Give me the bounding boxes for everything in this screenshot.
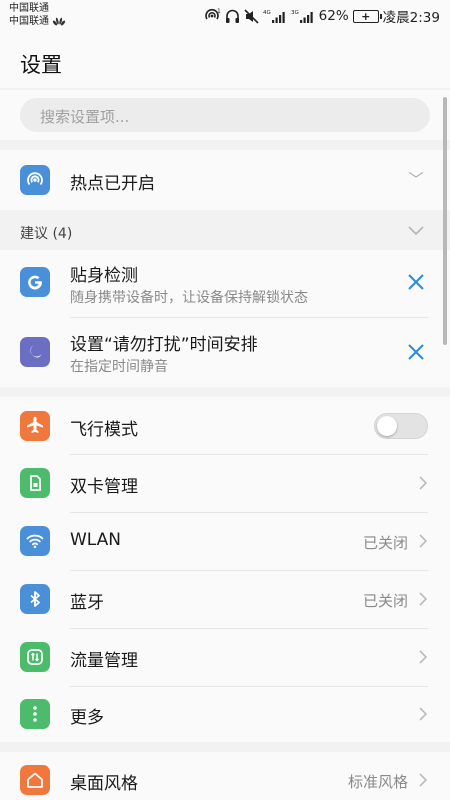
bluetooth-icon (20, 584, 50, 614)
suggestion-subtitle: 在指定时间静音 (70, 359, 168, 375)
close-icon[interactable] (407, 273, 425, 291)
close-icon[interactable] (407, 343, 425, 361)
dual-sim-label: 双卡管理 (70, 477, 138, 497)
carrier-2: 中国联通 (9, 16, 49, 27)
hotspot-row[interactable]: 热点已开启 (0, 150, 450, 210)
status-icons: 1 4G 3G 62% + 凌晨2:39 (203, 6, 440, 26)
svg-text:1: 1 (217, 8, 221, 15)
airplane-icon (20, 411, 50, 441)
chevron-right-icon (419, 476, 428, 490)
suggestion-item[interactable]: 设置“请勿打扰”时间安排 在指定时间静音 (0, 318, 450, 386)
battery-percent: 62% (318, 8, 349, 24)
hotspot-status-icon: 1 (204, 8, 221, 20)
mute-icon (244, 8, 259, 24)
headphones-icon (225, 9, 239, 23)
huawei-logo-icon (52, 17, 66, 26)
home-style-label: 桌面风格 (70, 774, 138, 794)
data-usage-label: 流量管理 (70, 651, 138, 671)
airplane-mode-toggle[interactable] (374, 413, 428, 439)
search-placeholder: 搜索设置项... (40, 108, 130, 126)
status-time: 凌晨2:39 (382, 10, 440, 26)
google-g-icon (20, 267, 50, 297)
suggestions-card: 贴身检测 随身携带设备时，让设备保持解锁状态 设置“请勿打扰”时间安排 在指定时… (0, 250, 450, 387)
list-item-data-usage[interactable]: 流量管理 (0, 629, 450, 686)
carrier-1: 中国联通 (9, 3, 49, 14)
wlan-label: WLAN (70, 530, 122, 550)
chevron-right-icon (419, 650, 428, 664)
wlan-status: 已关闭 (362, 534, 408, 552)
chevron-right-icon (419, 707, 428, 721)
chevron-right-icon (419, 592, 428, 606)
list-item-wlan[interactable]: WLAN 已关闭 (0, 513, 450, 570)
suggestions-title: 建议 (4) (20, 226, 73, 242)
signal-4g-icon: 4G (263, 10, 285, 23)
home-style-value: 标准风格 (347, 773, 408, 791)
suggestion-subtitle: 随身携带设备时，让设备保持解锁状态 (70, 290, 308, 306)
hotspot-card: 热点已开启 (0, 150, 450, 210)
moon-icon (20, 337, 50, 367)
chevron-down-icon[interactable] (407, 171, 425, 183)
data-usage-icon (20, 642, 50, 672)
list-item-dual-sim[interactable]: 双卡管理 (0, 455, 450, 512)
signal-3g-icon: 3G (291, 10, 313, 23)
airplane-mode-label: 飞行模式 (70, 420, 138, 440)
search-input[interactable]: 搜索设置项... (20, 98, 430, 132)
page-title: 设置 (20, 53, 62, 77)
list-item-home-style[interactable]: 桌面风格 标准风格 (0, 752, 450, 800)
chevron-right-icon (419, 534, 428, 548)
suggestion-item[interactable]: 贴身检测 随身携带设备时，让设备保持解锁状态 (0, 250, 450, 317)
suggestions-header[interactable]: 建议 (4) (0, 212, 450, 250)
more-label: 更多 (70, 708, 104, 728)
toggle-knob (377, 416, 397, 436)
sim-card-icon (20, 468, 50, 498)
suggestion-title: 设置“请勿打扰”时间安排 (70, 335, 258, 355)
app-bar: 设置 (0, 32, 450, 88)
bluetooth-label: 蓝牙 (70, 593, 104, 613)
suggestion-title: 贴身检测 (70, 266, 138, 286)
list-item-bluetooth[interactable]: 蓝牙 已关闭 (0, 571, 450, 628)
battery-charging-icon: + (352, 9, 382, 23)
hotspot-label: 热点已开启 (70, 174, 155, 194)
list-item-more[interactable]: 更多 (0, 687, 450, 742)
scrollbar[interactable] (443, 97, 447, 345)
more-icon (20, 699, 50, 729)
svg-text:3G: 3G (291, 10, 299, 16)
hotspot-icon (20, 165, 50, 195)
search-container: 搜索设置项... (0, 90, 450, 140)
status-bar: 中国联通 中国联通 1 4G 3G 62% + 凌晨2:39 (0, 0, 450, 32)
home-icon (20, 765, 50, 795)
svg-text:4G: 4G (263, 10, 271, 16)
wifi-icon (20, 526, 50, 556)
display-settings-list: 桌面风格 标准风格 (0, 752, 450, 800)
bluetooth-status: 已关闭 (362, 592, 408, 610)
settings-list: 飞行模式 双卡管理 WLAN 已关闭 蓝牙 已关闭 流量管理 更多 (0, 397, 450, 742)
list-item-airplane-mode[interactable]: 飞行模式 (0, 397, 450, 454)
chevron-down-icon (408, 226, 424, 236)
chevron-right-icon (419, 773, 428, 787)
